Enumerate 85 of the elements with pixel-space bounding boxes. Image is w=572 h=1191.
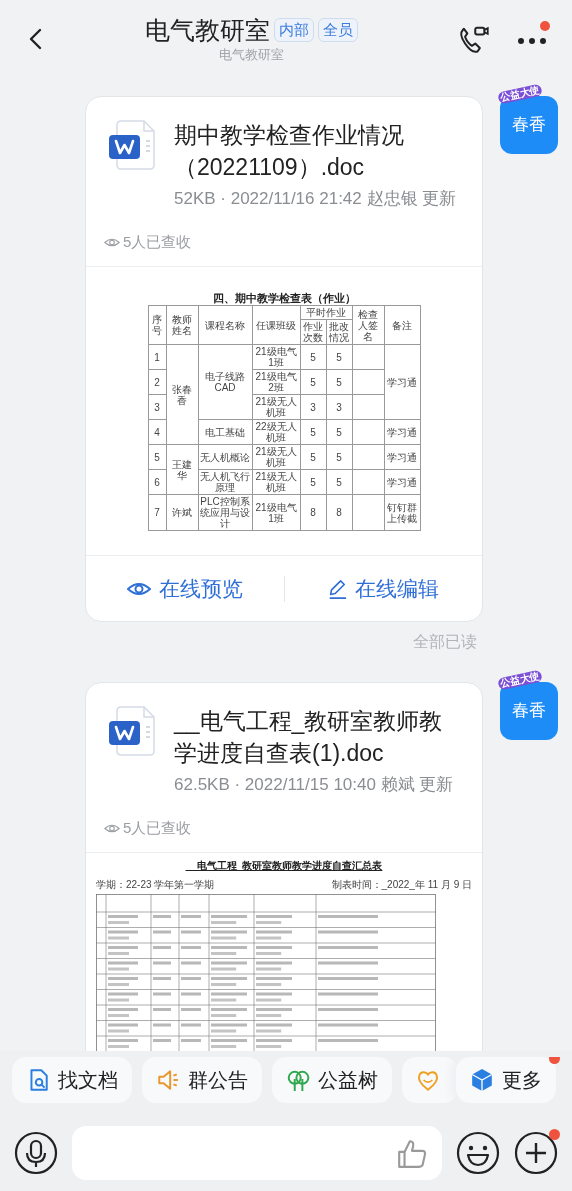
table-cell: 21级电气2班 xyxy=(252,369,300,395)
file-meta: 62.5KB · 2022/11/15 10:40 赖斌 更新 xyxy=(174,774,455,796)
table-cell: 8 xyxy=(326,494,352,531)
column-header: 课程名称 xyxy=(198,305,252,345)
quick-action-chip[interactable]: 找文档 xyxy=(12,1057,132,1103)
document-heading: 四、期中教学检查表（作业） xyxy=(212,291,356,305)
table-cell: 许斌 xyxy=(166,494,198,531)
table-cell: 3 xyxy=(326,394,352,420)
table-cell: 3 xyxy=(300,394,326,420)
document-preview[interactable]: __电气工程_教研室教师教学进度自查汇总表 学期：22-23 学年第一学期 制表时间：_2022_年 11 月 9 日 xyxy=(86,852,482,1051)
table-cell: 张春香 xyxy=(166,344,198,445)
table-cell: 8 xyxy=(300,494,326,531)
table-cell: 无人机飞行原理 xyxy=(198,469,252,495)
message-input[interactable] xyxy=(72,1126,442,1180)
table-cell: 钉钉群上传截 xyxy=(384,494,420,531)
document-heading: __电气工程_教研室教师教学进度自查汇总表 xyxy=(185,859,383,873)
table-cell: 22级无人机班 xyxy=(252,419,300,445)
group-subtitle: 电气教研室 xyxy=(218,46,284,64)
column-header: 教师姓名 xyxy=(166,305,198,345)
table-cell: 5 xyxy=(300,444,326,470)
table-cell: 21级无人机班 xyxy=(252,444,300,470)
file-name: 期中教学检查作业情况（20221109）.doc xyxy=(174,121,405,182)
document-text: 制表时间：_2022_年 11 月 9 日 xyxy=(331,879,472,891)
plus-icon[interactable] xyxy=(514,1131,558,1175)
table-cell: 5 xyxy=(326,369,352,395)
table-cell: 电子线路 CAD xyxy=(198,344,252,420)
table-cell: 5 xyxy=(300,344,326,370)
table-cell: 无人机概论 xyxy=(198,444,252,470)
table-cell: 21级电气1班 xyxy=(252,494,300,531)
table-cell: PLC控制系统应用与设计 xyxy=(198,494,252,531)
table-cell: 5 xyxy=(326,444,352,470)
word-file-icon xyxy=(106,119,158,171)
group-tag: 内部 xyxy=(273,18,314,42)
table-cell: 学习通 xyxy=(384,419,420,445)
word-file-icon xyxy=(106,705,158,757)
table-cell: 2 xyxy=(148,369,166,395)
table-cell: 7 xyxy=(148,494,166,531)
column-header: 检查人签名 xyxy=(352,305,384,345)
table-cell: 5 xyxy=(326,419,352,445)
table-cell: 5 xyxy=(300,369,326,395)
file-action-link[interactable]: 在线编辑 xyxy=(284,572,482,605)
table-cell: 4 xyxy=(148,419,166,445)
table-cell: 王建华 xyxy=(166,444,198,495)
table-cell: 3 xyxy=(148,394,166,420)
group-tag: 全员 xyxy=(317,18,358,42)
column-header: 任课班级 xyxy=(252,305,300,345)
pencil-icon xyxy=(327,577,348,600)
table-cell: 学习通 xyxy=(384,344,420,420)
read-status: 全部已读 xyxy=(413,632,477,652)
tree-icon xyxy=(286,1068,310,1092)
group-title: 电气教研室 xyxy=(144,15,270,46)
quick-action-chip[interactable]: 群公告 xyxy=(142,1057,262,1103)
table-cell: 5 xyxy=(148,444,166,470)
document-text: 学期：22-23 学年第一学期 xyxy=(96,879,215,891)
cube-icon xyxy=(470,1068,494,1092)
table-cell: 1 xyxy=(148,344,166,370)
file-card[interactable] xyxy=(85,96,483,622)
thumbs-up-icon[interactable] xyxy=(396,1137,428,1169)
file-name: __电气工程_教研室教师教学进度自查表(1).doc xyxy=(174,707,444,768)
table-cell: 5 xyxy=(326,344,352,370)
table-cell: 学习通 xyxy=(384,444,420,470)
table-cell: 电工基础 xyxy=(198,419,252,445)
quick-action-chip[interactable]: 公益树 xyxy=(272,1057,392,1103)
file-card[interactable]: __电气工程_教研室教师教学进度自查表(1).doc 62.5KB · 2022/11/15 10:40 赖斌 更新 5人已查收 __电气工程_教研室教师教学进度自查汇总表 学期：22-23 学年第一学期 制表时间：_2022_年 11 月 9 日 xyxy=(85,682,483,1051)
column-header: 序号 xyxy=(148,305,166,345)
emoji-icon[interactable] xyxy=(456,1131,500,1175)
microphone-icon[interactable] xyxy=(14,1131,58,1175)
column-header: 备注 xyxy=(384,305,420,345)
column-header: 作业次数 xyxy=(300,319,326,345)
table-cell: 21级无人机班 xyxy=(252,394,300,420)
table-cell: 5 xyxy=(300,469,326,495)
table-cell: 5 xyxy=(326,469,352,495)
column-header: 平时作业 xyxy=(300,305,352,320)
read-count: 5人已查收 xyxy=(123,232,192,252)
megaphone-icon xyxy=(156,1068,180,1092)
table-cell: 21级电气1班 xyxy=(252,344,300,370)
column-header: 批改情况 xyxy=(326,319,352,345)
file-meta: 52KB · 2022/11/16 21:42 赵忠银 更新 xyxy=(174,188,458,210)
table-cell: 5 xyxy=(300,419,326,445)
file-action-link[interactable]: 在线预览 xyxy=(86,572,284,605)
table-cell: 学习通 xyxy=(384,469,420,495)
read-count: 5人已查收 xyxy=(123,818,192,838)
heart-icon xyxy=(416,1068,440,1092)
table-cell: 6 xyxy=(148,469,166,495)
table-cell: 21级无人机班 xyxy=(252,469,300,495)
